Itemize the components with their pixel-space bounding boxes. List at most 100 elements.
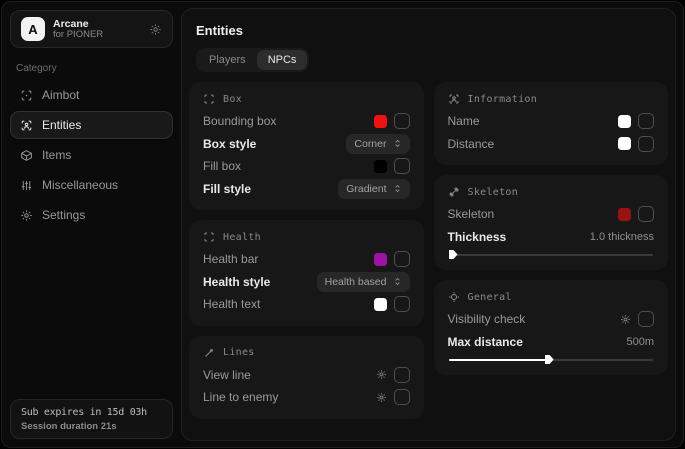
- panel-title: Box: [223, 94, 242, 105]
- tab-players[interactable]: Players: [198, 50, 257, 70]
- bone-icon: [448, 186, 460, 198]
- bounding-box-row: Bounding box: [203, 110, 410, 133]
- name-checkbox[interactable]: [638, 113, 654, 129]
- name-color-swatch[interactable]: [618, 115, 631, 128]
- sidebar-item-items[interactable]: Items: [10, 141, 173, 169]
- row-label: Box style: [203, 137, 256, 151]
- scan-corners-icon: [203, 93, 215, 105]
- settings-gear-icon[interactable]: [149, 23, 162, 36]
- max-distance-value: 500m: [626, 336, 654, 348]
- app-window: A Arcane for PIONER Category Aimbot: [1, 1, 684, 448]
- row-label: Health text: [203, 297, 260, 311]
- health-bar-checkbox[interactable]: [394, 251, 410, 267]
- health-bar-color-swatch[interactable]: [374, 253, 387, 266]
- row-label: Bounding box: [203, 114, 276, 128]
- app-logo: A: [21, 17, 45, 41]
- view-line-config-gear-icon[interactable]: [376, 369, 387, 380]
- health-text-checkbox[interactable]: [394, 296, 410, 312]
- health-panel: Health Health bar Health style H: [189, 220, 424, 326]
- view-line-checkbox[interactable]: [394, 367, 410, 383]
- line-to-enemy-config-gear-icon[interactable]: [376, 392, 387, 403]
- person-scan-icon: [20, 119, 33, 132]
- panel-title: Information: [468, 94, 538, 105]
- panel-title: Health: [223, 232, 261, 243]
- distance-color-swatch[interactable]: [618, 137, 631, 150]
- tab-npcs[interactable]: NPCs: [257, 50, 308, 70]
- visibility-check-checkbox[interactable]: [638, 311, 654, 327]
- thickness-slider-handle[interactable]: [449, 250, 458, 259]
- health-text-color-swatch[interactable]: [374, 298, 387, 311]
- panel-title: General: [468, 292, 512, 303]
- fill-box-color-swatch[interactable]: [374, 160, 387, 173]
- fill-box-row: Fill box: [203, 155, 410, 178]
- fill-box-checkbox[interactable]: [394, 158, 410, 174]
- health-style-select[interactable]: Health based: [317, 272, 410, 292]
- bounding-box-color-swatch[interactable]: [374, 115, 387, 128]
- pencil-line-icon: [203, 347, 215, 359]
- panel-title: Skeleton: [468, 187, 519, 198]
- select-value: Health based: [325, 276, 387, 288]
- lines-panel: Lines View line: [189, 336, 424, 419]
- row-label: Visibility check: [448, 312, 526, 326]
- health-text-row: Health text: [203, 293, 410, 316]
- fill-style-row: Fill style Gradient: [203, 178, 410, 201]
- row-label: Name: [448, 114, 480, 128]
- sub-expiry-text: Sub expires in 15d 03h: [21, 407, 162, 418]
- fill-style-select[interactable]: Gradient: [338, 179, 409, 199]
- general-panel: General Visibility check: [434, 280, 669, 375]
- sidebar-item-miscellaneous[interactable]: Miscellaneous: [10, 171, 173, 199]
- row-label: Thickness: [448, 230, 507, 244]
- max-distance-slider-handle[interactable]: [545, 355, 554, 364]
- tab-bar: Players NPCs: [196, 48, 309, 72]
- thickness-value: 1.0 thickness: [590, 231, 654, 243]
- sidebar-item-aimbot[interactable]: Aimbot: [10, 81, 173, 109]
- panel-title: Lines: [223, 347, 255, 358]
- session-duration-text: Session duration 21s: [21, 421, 162, 432]
- gear-icon: [20, 209, 33, 222]
- skeleton-row: Skeleton: [448, 203, 655, 226]
- main-panel: Entities Players NPCs Box: [181, 8, 676, 441]
- crosshair-ticks-icon: [448, 291, 460, 303]
- select-value: Gradient: [346, 183, 386, 195]
- row-label: Max distance: [448, 335, 523, 349]
- sidebar: A Arcane for PIONER Category Aimbot: [10, 10, 173, 439]
- sidebar-item-entities[interactable]: Entities: [10, 111, 173, 139]
- category-label: Category: [16, 63, 167, 74]
- bounding-box-checkbox[interactable]: [394, 113, 410, 129]
- sidebar-item-settings[interactable]: Settings: [10, 201, 173, 229]
- crosshair-icon: [20, 89, 33, 102]
- row-label: Health bar: [203, 252, 258, 266]
- max-distance-row: Max distance 500m: [448, 331, 655, 354]
- max-distance-slider[interactable]: [449, 355, 654, 364]
- page-title: Entities: [196, 23, 668, 38]
- row-label: Skeleton: [448, 207, 495, 221]
- visibility-check-config-gear-icon[interactable]: [620, 314, 631, 325]
- box-style-row: Box style Corner: [203, 133, 410, 156]
- line-to-enemy-row: Line to enemy: [203, 386, 410, 409]
- skeleton-color-swatch[interactable]: [618, 208, 631, 221]
- row-label: View line: [203, 368, 251, 382]
- person-scan-icon: [448, 93, 460, 105]
- chevrons-up-down-icon: [393, 277, 402, 286]
- box-style-select[interactable]: Corner: [346, 134, 409, 154]
- sidebar-item-label: Miscellaneous: [42, 178, 118, 192]
- skeleton-checkbox[interactable]: [638, 206, 654, 222]
- row-label: Fill style: [203, 182, 251, 196]
- box-panel: Box Bounding box Box style Corne: [189, 82, 424, 210]
- sidebar-item-label: Aimbot: [42, 88, 79, 102]
- sidebar-item-label: Items: [42, 148, 71, 162]
- line-to-enemy-checkbox[interactable]: [394, 389, 410, 405]
- thickness-slider[interactable]: [449, 250, 654, 259]
- sidebar-item-label: Entities: [42, 118, 81, 132]
- name-row: Name: [448, 110, 655, 133]
- chevrons-up-down-icon: [393, 184, 402, 193]
- sliders-icon: [20, 179, 33, 192]
- distance-checkbox[interactable]: [638, 136, 654, 152]
- thickness-row: Thickness 1.0 thickness: [448, 226, 655, 249]
- health-bar-row: Health bar: [203, 248, 410, 271]
- app-name: Arcane: [53, 18, 103, 30]
- row-label: Fill box: [203, 159, 241, 173]
- row-label: Line to enemy: [203, 390, 278, 404]
- distance-row: Distance: [448, 133, 655, 156]
- package-icon: [20, 149, 33, 162]
